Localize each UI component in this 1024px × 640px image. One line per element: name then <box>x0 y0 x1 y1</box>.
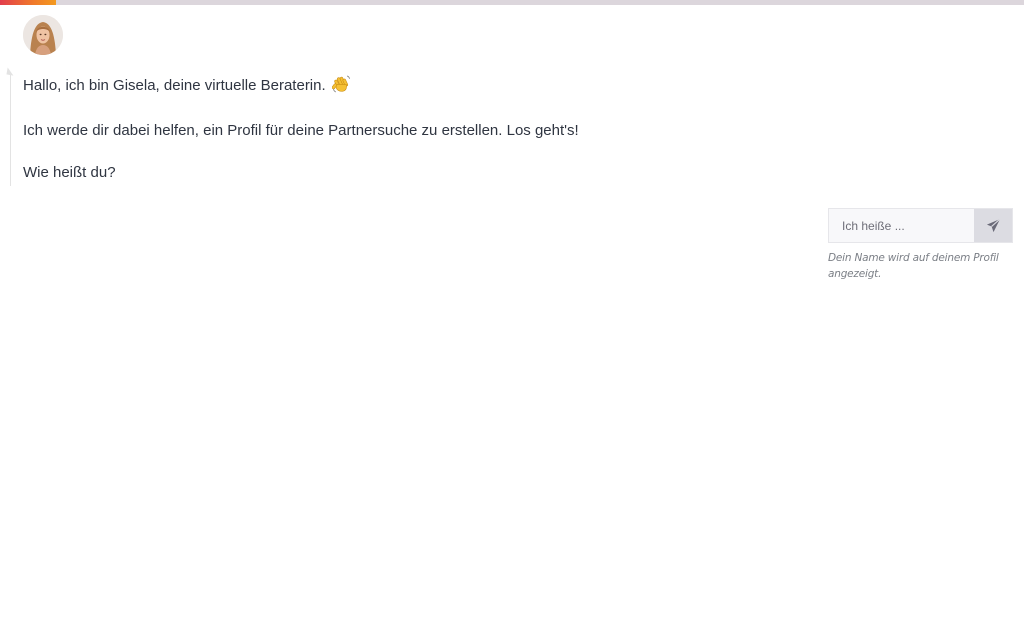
advisor-portrait-icon <box>23 15 63 55</box>
name-input[interactable] <box>829 209 974 242</box>
name-hint-text: Dein Name wird auf deinem Profil angezei… <box>828 252 999 280</box>
chat-message-text: Ich werde dir dabei helfen, ein Profil f… <box>23 122 579 139</box>
chat-message-text: Hallo, ich bin Gisela, deine virtuelle B… <box>23 77 326 94</box>
advisor-message-bubble: Hallo, ich bin Gisela, deine virtuelle B… <box>23 74 783 204</box>
progress-bar <box>0 0 1024 5</box>
chat-message-text: Wie heißt du? <box>23 164 116 181</box>
chat-bubble-tail <box>3 67 14 79</box>
name-answer-form <box>828 208 1013 243</box>
waving-hand-icon <box>331 74 351 99</box>
paper-plane-icon <box>986 218 1000 233</box>
chat-message: Ich werde dir dabei helfen, ein Profil f… <box>23 120 783 141</box>
chat-message: Wie heißt du? <box>23 162 783 183</box>
advisor-avatar <box>23 15 63 55</box>
send-button[interactable] <box>974 209 1012 242</box>
chat-bubble-border <box>10 72 11 186</box>
progress-bar-fill <box>0 0 57 5</box>
chat-message: Hallo, ich bin Gisela, deine virtuelle B… <box>23 74 783 99</box>
